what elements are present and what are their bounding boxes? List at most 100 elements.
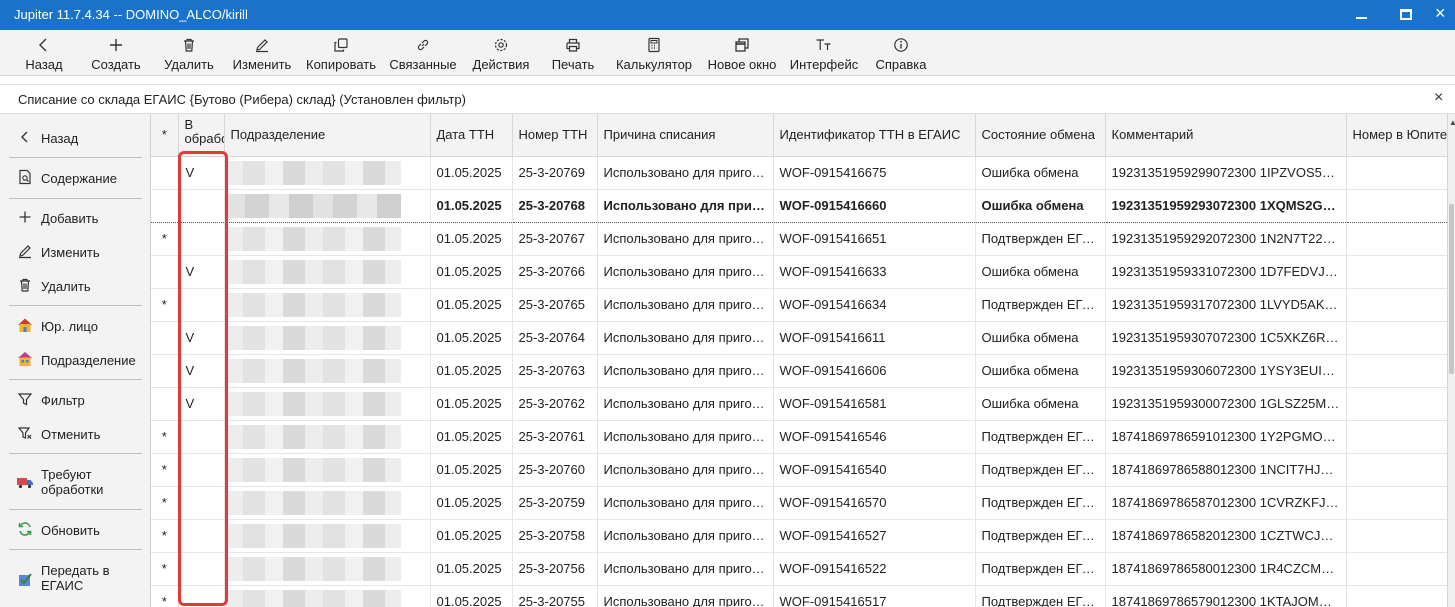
scrollbar-thumb[interactable] bbox=[1449, 204, 1454, 374]
exchange-status-cell: Подтвержден ЕГАИС bbox=[975, 519, 1106, 553]
column-header-in-processing[interactable]: В обработке bbox=[178, 114, 225, 157]
sidebar-item-label: Удалить bbox=[41, 279, 91, 294]
table-row[interactable]: V 01.05.2025 25-3-20764 Использовано для пр… bbox=[151, 321, 1447, 355]
star-cell bbox=[151, 156, 179, 190]
redacted-department bbox=[224, 490, 401, 515]
table-row[interactable]: V 01.05.2025 25-3-20766 Использовано для пр… bbox=[151, 255, 1447, 289]
toolbar-calculator-button[interactable]: Калькулятор bbox=[614, 30, 694, 76]
sidebar-item-require-processing[interactable]: Требуют обработки bbox=[0, 464, 151, 500]
sidebar-item-back[interactable]: Назад bbox=[0, 128, 151, 148]
back-icon bbox=[16, 128, 34, 146]
ttn-number-cell: 25-3-20768 bbox=[512, 188, 598, 223]
toolbar-new-window-label: Новое окно bbox=[707, 57, 777, 72]
toolbar-copy-button[interactable]: Копировать bbox=[304, 30, 378, 76]
jupiter-number-cell bbox=[1346, 552, 1447, 586]
vertical-scrollbar[interactable]: ▲ bbox=[1447, 114, 1455, 607]
sidebar-item-legal-entity[interactable]: Юр. лицо bbox=[0, 316, 151, 336]
ttn-number-cell: 25-3-20762 bbox=[512, 387, 598, 421]
exchange-status-cell: Подтвержден ЕГАИС bbox=[975, 486, 1106, 520]
redacted-department bbox=[224, 556, 401, 581]
table-row[interactable]: * 01.05.2025 25-3-20756 Использовано для пр… bbox=[151, 552, 1447, 586]
toolbar-actions-button[interactable]: Действия bbox=[468, 30, 534, 76]
sidebar-item-send-egais[interactable]: Передать в ЕГАИС bbox=[0, 562, 151, 598]
table-row[interactable]: * 01.05.2025 25-3-20760 Использовано для пр… bbox=[151, 453, 1447, 487]
department-cell bbox=[224, 156, 431, 190]
column-header-star[interactable]: * bbox=[151, 114, 179, 157]
toolbar-delete-button[interactable]: Удалить bbox=[161, 30, 217, 76]
comment-cell: 18741869786579012300 1KTAJOMPT4... bbox=[1105, 585, 1347, 607]
table-row[interactable]: V 01.05.2025 25-3-20769 Использовано для пр… bbox=[151, 156, 1447, 190]
column-header-exchange-status[interactable]: Состояние обмена bbox=[975, 114, 1106, 157]
column-header-writeoff-reason[interactable]: Причина списания bbox=[597, 114, 774, 157]
column-header-egais-id[interactable]: Идентификатор ТТН в ЕГАИС bbox=[773, 114, 976, 157]
table-row[interactable]: * 01.05.2025 25-3-20767 Использовано для пр… bbox=[151, 222, 1447, 256]
in-processing-cell: V bbox=[178, 387, 225, 421]
comment-cell: 18741869786582012300 1CZTWCJUC... bbox=[1105, 519, 1347, 553]
exchange-status-cell: Ошибка обмена bbox=[975, 321, 1106, 355]
sidebar-item-add[interactable]: Добавить bbox=[0, 208, 151, 228]
jupiter-number-cell bbox=[1346, 156, 1447, 190]
table-row[interactable]: * 01.05.2025 25-3-20759 Использовано для пр… bbox=[151, 486, 1447, 520]
sidebar-item-cancel-filter[interactable]: Отменить bbox=[0, 424, 151, 444]
exchange-status-cell: Подтвержден ЕГАИС bbox=[975, 453, 1106, 487]
star-cell: * bbox=[151, 288, 179, 322]
jupiter-number-cell bbox=[1346, 188, 1447, 223]
in-processing-cell bbox=[178, 188, 225, 223]
jupiter-number-cell bbox=[1346, 585, 1447, 607]
sidebar-item-label: Передать в ЕГАИС bbox=[41, 563, 110, 593]
link-icon bbox=[387, 37, 459, 53]
toolbar-help-button[interactable]: Справка bbox=[872, 30, 930, 76]
table-row[interactable]: * 01.05.2025 25-3-20758 Использовано для пр… bbox=[151, 519, 1447, 553]
toolbar-edit-button[interactable]: Изменить bbox=[230, 30, 294, 76]
ttn-date-cell: 01.05.2025 bbox=[430, 321, 513, 355]
toolbar-print-button[interactable]: Печать bbox=[545, 30, 601, 76]
close-window-button[interactable]: × bbox=[1420, 0, 1455, 30]
exchange-status-cell: Ошибка обмена bbox=[975, 387, 1106, 421]
table-row[interactable]: * 01.05.2025 25-3-20765 Использовано для пр… bbox=[151, 288, 1447, 322]
table-row[interactable]: * 01.05.2025 25-3-20755 Использовано для пр… bbox=[151, 585, 1447, 607]
sidebar-item-label: Подразделение bbox=[41, 353, 136, 368]
jupiter-number-cell bbox=[1346, 255, 1447, 289]
trash-icon bbox=[161, 37, 217, 53]
sidebar-item-content[interactable]: Содержание bbox=[0, 168, 151, 188]
egais-id-cell: WOF-0915416660 bbox=[773, 188, 976, 223]
writeoff-reason-cell: Использовано для приготовления bbox=[597, 486, 774, 520]
column-header-comment[interactable]: Комментарий bbox=[1105, 114, 1347, 157]
column-header-jupiter-number[interactable]: Номер в Юпитере bbox=[1346, 114, 1447, 157]
sidebar-item-refresh[interactable]: Обновить bbox=[0, 520, 151, 540]
writeoff-reason-cell: Использовано для приготовления bbox=[597, 585, 774, 607]
toolbar-interface-button[interactable]: Интерфейс bbox=[788, 30, 860, 76]
window-title: Jupiter 11.7.4.34 -- DOMINO_ALCO/kirill bbox=[14, 7, 248, 22]
in-processing-cell: V bbox=[178, 321, 225, 355]
star-cell bbox=[151, 255, 179, 289]
toolbar-create-label: Создать bbox=[91, 57, 141, 72]
jupiter-number-cell bbox=[1346, 453, 1447, 487]
close-form-icon[interactable]: × bbox=[1434, 89, 1443, 107]
column-header-ttn-date[interactable]: Дата ТТН bbox=[430, 114, 513, 157]
info-icon bbox=[872, 37, 930, 53]
jupiter-number-cell bbox=[1346, 321, 1447, 355]
in-processing-cell bbox=[178, 519, 225, 553]
in-processing-cell bbox=[178, 552, 225, 586]
toolbar-new-window-button[interactable]: Новое окно bbox=[704, 30, 780, 76]
sidebar-item-filter[interactable]: Фильтр bbox=[0, 390, 151, 410]
sidebar-item-edit[interactable]: Изменить bbox=[0, 242, 151, 262]
ttn-date-cell: 01.05.2025 bbox=[430, 420, 513, 454]
sidebar-item-delete[interactable]: Удалить bbox=[0, 276, 151, 296]
minimize-button[interactable] bbox=[1340, 0, 1384, 30]
in-processing-cell: V bbox=[178, 354, 225, 388]
toolbar-related-button[interactable]: Связанные bbox=[387, 30, 459, 76]
toolbar-back-button[interactable]: Назад bbox=[20, 30, 68, 76]
table-row[interactable]: * 01.05.2025 25-3-20761 Использовано для пр… bbox=[151, 420, 1447, 454]
table-row[interactable]: V 01.05.2025 25-3-20763 Использовано для пр… bbox=[151, 354, 1447, 388]
scroll-up-icon[interactable]: ▲ bbox=[1449, 118, 1455, 127]
column-header-department[interactable]: Подразделение bbox=[224, 114, 431, 157]
toolbar-create-button[interactable]: Создать bbox=[88, 30, 144, 76]
department-cell bbox=[224, 188, 431, 223]
toolbar-edit-label: Изменить bbox=[232, 57, 292, 72]
table-row[interactable]: 01.05.2025 25-3-20768 Использовано для при… bbox=[151, 188, 1447, 223]
sidebar-item-department[interactable]: Подразделение bbox=[0, 350, 151, 370]
jupiter-number-cell bbox=[1346, 222, 1447, 256]
table-row[interactable]: V 01.05.2025 25-3-20762 Использовано для пр… bbox=[151, 387, 1447, 421]
column-header-ttn-number[interactable]: Номер ТТН bbox=[512, 114, 598, 157]
